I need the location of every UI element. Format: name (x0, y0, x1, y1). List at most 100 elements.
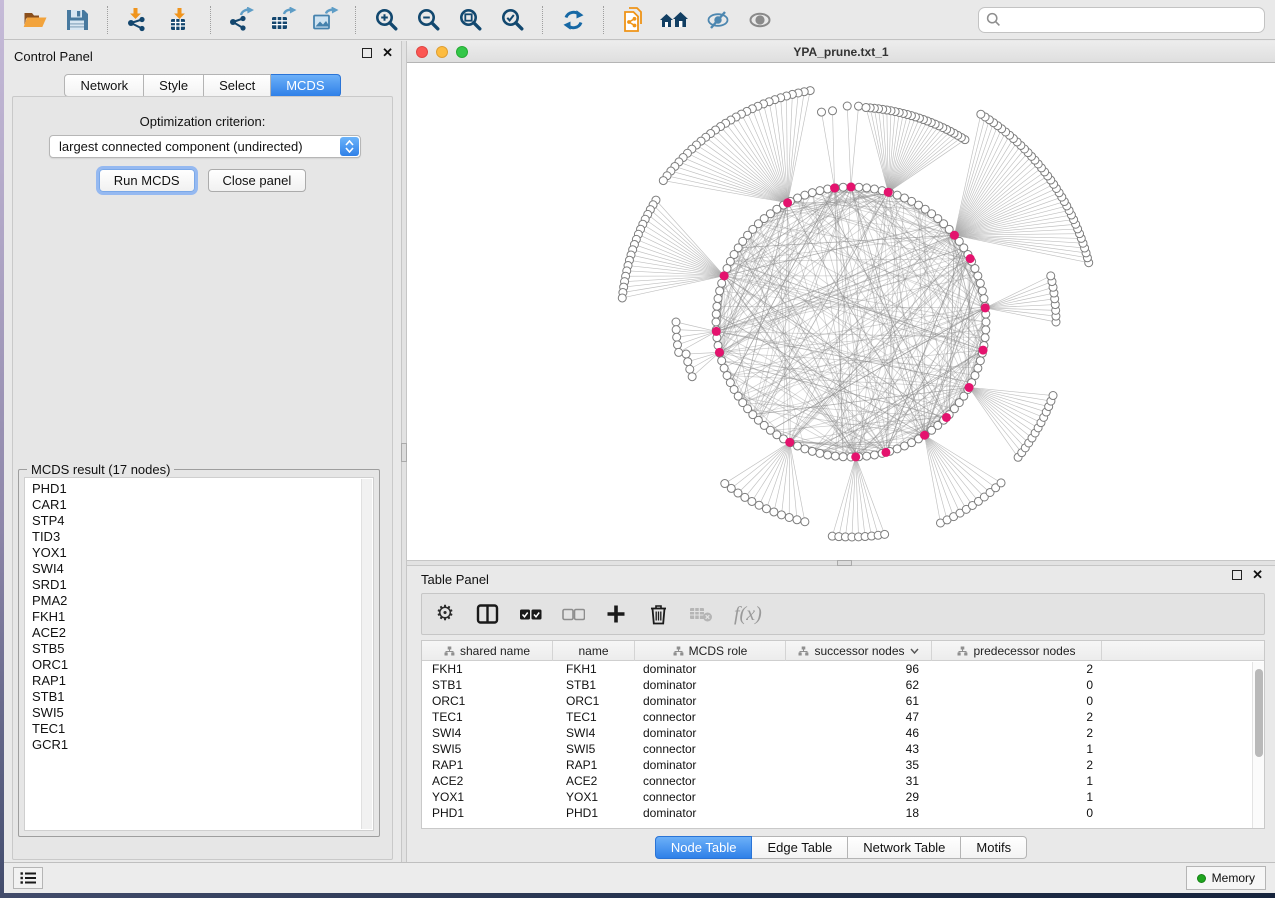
network-node[interactable] (831, 452, 839, 460)
result-node-item[interactable]: RAP1 (32, 673, 373, 689)
task-history-button[interactable] (13, 867, 43, 889)
export-network-icon[interactable] (224, 5, 258, 35)
network-node[interactable] (713, 302, 721, 310)
result-node-item[interactable]: ORC1 (32, 657, 373, 673)
tab-network[interactable]: Network (64, 74, 144, 97)
leaf-node[interactable] (659, 177, 667, 185)
table-row[interactable]: TEC1TEC1connector472 (422, 709, 1264, 725)
open-session-icon[interactable] (18, 5, 52, 35)
leaf-node[interactable] (793, 516, 801, 524)
network-node[interactable] (816, 449, 824, 457)
result-list-scrollbar[interactable] (361, 479, 372, 829)
table-scrollbar[interactable] (1252, 662, 1264, 828)
leaf-node[interactable] (672, 326, 680, 334)
mcds-hub-node[interactable] (830, 184, 839, 193)
result-node-item[interactable]: STP4 (32, 513, 373, 529)
table-row[interactable]: YOX1YOX1connector291 (422, 789, 1264, 805)
float-panel-icon[interactable] (362, 48, 372, 58)
leaf-node[interactable] (682, 350, 690, 358)
network-file-icon[interactable] (617, 5, 651, 35)
leaf-node[interactable] (785, 513, 793, 521)
leaf-node[interactable] (770, 508, 778, 516)
network-node[interactable] (816, 187, 824, 195)
memory-button[interactable]: Memory (1186, 866, 1266, 890)
leaf-node[interactable] (855, 102, 863, 110)
result-node-item[interactable]: YOX1 (32, 545, 373, 561)
refresh-icon[interactable] (556, 5, 590, 35)
table-row[interactable]: SWI4SWI4dominator462 (422, 725, 1264, 741)
leaf-node[interactable] (801, 518, 809, 526)
table-settings-gear-icon[interactable]: ⚙ (434, 601, 456, 627)
network-node[interactable] (808, 189, 816, 197)
result-node-item[interactable]: CAR1 (32, 497, 373, 513)
create-column-plus-icon[interactable] (605, 601, 627, 627)
result-node-item[interactable]: GCR1 (32, 737, 373, 753)
network-node[interactable] (893, 191, 901, 199)
leaf-node[interactable] (672, 318, 680, 326)
table-row[interactable]: STB1STB1dominator620 (422, 677, 1264, 693)
mcds-hub-node[interactable] (942, 413, 951, 422)
network-node[interactable] (712, 318, 720, 326)
network-node[interactable] (824, 451, 832, 459)
network-node[interactable] (974, 364, 982, 372)
network-node[interactable] (863, 184, 871, 192)
show-columns-icon[interactable] (476, 601, 499, 627)
mcds-hub-node[interactable] (851, 452, 860, 461)
network-window-titlebar[interactable]: YPA_prune.txt_1 (407, 41, 1275, 63)
tab-network-table[interactable]: Network Table (848, 836, 961, 859)
table-row[interactable]: ACE2ACE2connector311 (422, 773, 1264, 789)
leaf-node[interactable] (817, 108, 825, 116)
search-field[interactable] (978, 7, 1265, 33)
show-graphics-eye-icon[interactable] (743, 5, 777, 35)
export-table-icon[interactable] (266, 5, 300, 35)
leaf-node[interactable] (688, 373, 696, 381)
zoom-selected-icon[interactable] (495, 5, 529, 35)
network-node[interactable] (870, 185, 878, 193)
home-networks-icon[interactable] (659, 5, 693, 35)
tab-style[interactable]: Style (144, 74, 204, 97)
result-node-item[interactable]: FKH1 (32, 609, 373, 625)
network-canvas[interactable] (407, 63, 1275, 560)
leaf-node[interactable] (755, 501, 763, 509)
leaf-node[interactable] (977, 110, 985, 118)
leaf-node[interactable] (881, 530, 889, 538)
network-node[interactable] (712, 310, 720, 318)
table-row[interactable]: ORC1ORC1dominator610 (422, 693, 1264, 709)
column-header-MCDS-role[interactable]: MCDS role (635, 641, 786, 661)
table-row[interactable]: RAP1RAP1dominator352 (422, 757, 1264, 773)
leaf-node[interactable] (1047, 272, 1055, 280)
leaf-node[interactable] (777, 511, 785, 519)
leaf-node[interactable] (684, 358, 692, 366)
mcds-hub-node[interactable] (783, 198, 792, 207)
network-node[interactable] (982, 318, 990, 326)
network-node[interactable] (870, 451, 878, 459)
table-row[interactable]: PHD1PHD1dominator180 (422, 805, 1264, 821)
leaf-node[interactable] (1049, 392, 1057, 400)
network-node[interactable] (976, 357, 984, 365)
table-scrollbar-thumb[interactable] (1255, 669, 1263, 757)
column-header-shared-name[interactable]: shared name (422, 641, 553, 661)
float-table-panel-icon[interactable] (1232, 570, 1242, 580)
leaf-node[interactable] (675, 348, 683, 356)
result-node-item[interactable]: TID3 (32, 529, 373, 545)
leaf-node[interactable] (618, 294, 626, 302)
table-row[interactable]: SWI5SWI5connector431 (422, 741, 1264, 757)
table-row[interactable]: FKH1FKH1dominator962 (422, 661, 1264, 677)
network-node[interactable] (981, 334, 989, 342)
network-node[interactable] (982, 326, 990, 334)
leaf-node[interactable] (748, 497, 756, 505)
result-node-item[interactable]: SWI4 (32, 561, 373, 577)
mcds-hub-node[interactable] (884, 188, 893, 197)
result-node-item[interactable]: SWI5 (32, 705, 373, 721)
import-network-icon[interactable] (121, 5, 155, 35)
leaf-node[interactable] (997, 479, 1005, 487)
run-mcds-button[interactable]: Run MCDS (99, 169, 195, 192)
result-node-item[interactable]: STB1 (32, 689, 373, 705)
mcds-hub-node[interactable] (981, 303, 990, 312)
network-node[interactable] (978, 287, 986, 295)
save-session-icon[interactable] (60, 5, 94, 35)
mcds-hub-node[interactable] (847, 183, 856, 192)
delete-table-icon[interactable] (689, 601, 714, 627)
network-node[interactable] (714, 295, 722, 303)
leaf-node[interactable] (673, 341, 681, 349)
